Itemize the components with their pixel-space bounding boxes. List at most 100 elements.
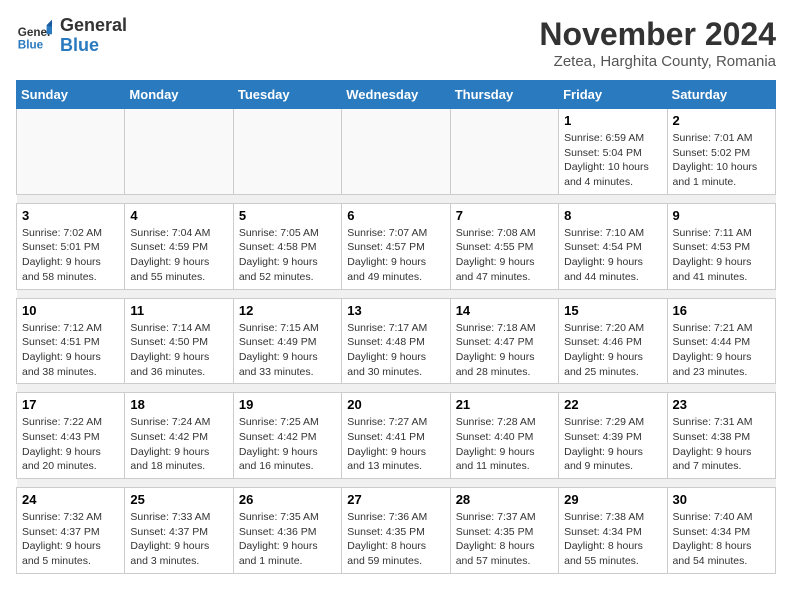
calendar-day-cell: 6 Sunrise: 7:07 AM Sunset: 4:57 PM Daylig… [342, 203, 450, 289]
day-number: 2 [673, 113, 770, 128]
calendar-header-tuesday: Tuesday [233, 81, 341, 109]
spacer-cell [17, 194, 776, 203]
calendar-day-cell: 15Sunrise: 7:20 AM Sunset: 4:46 PM Dayli… [559, 298, 667, 384]
day-number: 22 [564, 397, 661, 412]
day-info: Sunrise: 7:17 AM Sunset: 4:48 PM Dayligh… [347, 321, 444, 380]
calendar-header-saturday: Saturday [667, 81, 775, 109]
calendar-header-thursday: Thursday [450, 81, 558, 109]
logo: General Blue GeneralBlue [16, 16, 127, 56]
day-number: 19 [239, 397, 336, 412]
calendar-header-wednesday: Wednesday [342, 81, 450, 109]
day-number: 1 [564, 113, 661, 128]
day-number: 25 [130, 492, 227, 507]
day-number: 13 [347, 303, 444, 318]
spacer-cell [17, 479, 776, 488]
calendar-day-cell: 4 Sunrise: 7:04 AM Sunset: 4:59 PM Daylig… [125, 203, 233, 289]
day-info: Sunrise: 7:36 AM Sunset: 4:35 PM Dayligh… [347, 510, 444, 569]
calendar-day-cell: 27 Sunrise: 7:36 AM Sunset: 4:35 PM Dayli… [342, 488, 450, 574]
day-info: Sunrise: 7:14 AM Sunset: 4:50 PM Dayligh… [130, 321, 227, 380]
day-number: 16 [673, 303, 770, 318]
day-number: 27 [347, 492, 444, 507]
day-number: 26 [239, 492, 336, 507]
subtitle: Zetea, Harghita County, Romania [539, 53, 776, 70]
calendar-day-cell: 7Sunrise: 7:08 AM Sunset: 4:55 PM Daylig… [450, 203, 558, 289]
day-number: 28 [456, 492, 553, 507]
day-number: 30 [673, 492, 770, 507]
calendar-day-cell [450, 109, 558, 195]
day-number: 18 [130, 397, 227, 412]
calendar-day-cell: 12Sunrise: 7:15 AM Sunset: 4:49 PM Dayli… [233, 298, 341, 384]
calendar-header-monday: Monday [125, 81, 233, 109]
calendar: SundayMondayTuesdayWednesdayThursdayFrid… [16, 80, 776, 574]
calendar-day-cell: 26 Sunrise: 7:35 AM Sunset: 4:36 PM Dayli… [233, 488, 341, 574]
row-spacer [17, 479, 776, 488]
calendar-day-cell: 30 Sunrise: 7:40 AM Sunset: 4:34 PM Dayli… [667, 488, 775, 574]
calendar-day-cell: 18 Sunrise: 7:24 AM Sunset: 4:42 PM Dayli… [125, 393, 233, 479]
calendar-day-cell: 2 Sunrise: 7:01 AM Sunset: 5:02 PM Daylig… [667, 109, 775, 195]
day-number: 15 [564, 303, 661, 318]
day-number: 24 [22, 492, 119, 507]
calendar-week-row: 17 Sunrise: 7:22 AM Sunset: 4:43 PM Dayli… [17, 393, 776, 479]
day-info: Sunrise: 7:07 AM Sunset: 4:57 PM Dayligh… [347, 226, 444, 285]
calendar-header-row: SundayMondayTuesdayWednesdayThursdayFrid… [17, 81, 776, 109]
day-number: 3 [22, 208, 119, 223]
day-number: 9 [673, 208, 770, 223]
row-spacer [17, 289, 776, 298]
day-info: Sunrise: 7:27 AM Sunset: 4:41 PM Dayligh… [347, 415, 444, 474]
day-info: Sunrise: 7:24 AM Sunset: 4:42 PM Dayligh… [130, 415, 227, 474]
day-number: 12 [239, 303, 336, 318]
calendar-day-cell [125, 109, 233, 195]
day-info: Sunrise: 7:01 AM Sunset: 5:02 PM Dayligh… [673, 131, 770, 190]
day-info: Sunrise: 7:37 AM Sunset: 4:35 PM Dayligh… [456, 510, 553, 569]
day-info: Sunrise: 7:40 AM Sunset: 4:34 PM Dayligh… [673, 510, 770, 569]
calendar-day-cell [233, 109, 341, 195]
day-info: Sunrise: 7:04 AM Sunset: 4:59 PM Dayligh… [130, 226, 227, 285]
day-info: Sunrise: 7:32 AM Sunset: 4:37 PM Dayligh… [22, 510, 119, 569]
day-info: Sunrise: 7:02 AM Sunset: 5:01 PM Dayligh… [22, 226, 119, 285]
calendar-day-cell: 17 Sunrise: 7:22 AM Sunset: 4:43 PM Dayli… [17, 393, 125, 479]
calendar-day-cell: 14 Sunrise: 7:18 AM Sunset: 4:47 PM Dayli… [450, 298, 558, 384]
day-info: Sunrise: 7:35 AM Sunset: 4:36 PM Dayligh… [239, 510, 336, 569]
day-number: 6 [347, 208, 444, 223]
calendar-day-cell: 8 Sunrise: 7:10 AM Sunset: 4:54 PM Daylig… [559, 203, 667, 289]
calendar-day-cell [17, 109, 125, 195]
svg-text:Blue: Blue [18, 38, 44, 51]
day-number: 21 [456, 397, 553, 412]
calendar-week-row: 1 Sunrise: 6:59 AM Sunset: 5:04 PM Daylig… [17, 109, 776, 195]
calendar-day-cell: 22Sunrise: 7:29 AM Sunset: 4:39 PM Dayli… [559, 393, 667, 479]
day-number: 10 [22, 303, 119, 318]
calendar-day-cell: 16 Sunrise: 7:21 AM Sunset: 4:44 PM Dayli… [667, 298, 775, 384]
calendar-day-cell: 3 Sunrise: 7:02 AM Sunset: 5:01 PM Daylig… [17, 203, 125, 289]
day-info: Sunrise: 7:21 AM Sunset: 4:44 PM Dayligh… [673, 321, 770, 380]
calendar-day-cell: 25Sunrise: 7:33 AM Sunset: 4:37 PM Dayli… [125, 488, 233, 574]
day-number: 8 [564, 208, 661, 223]
day-info: Sunrise: 7:18 AM Sunset: 4:47 PM Dayligh… [456, 321, 553, 380]
day-info: Sunrise: 7:12 AM Sunset: 4:51 PM Dayligh… [22, 321, 119, 380]
calendar-day-cell: 20Sunrise: 7:27 AM Sunset: 4:41 PM Dayli… [342, 393, 450, 479]
logo-icon: General Blue [16, 18, 52, 54]
day-info: Sunrise: 7:31 AM Sunset: 4:38 PM Dayligh… [673, 415, 770, 474]
page-header: General Blue GeneralBlue November 2024 Z… [16, 16, 776, 70]
calendar-day-cell: 29Sunrise: 7:38 AM Sunset: 4:34 PM Dayli… [559, 488, 667, 574]
day-info: Sunrise: 6:59 AM Sunset: 5:04 PM Dayligh… [564, 131, 661, 190]
day-number: 4 [130, 208, 227, 223]
day-info: Sunrise: 7:10 AM Sunset: 4:54 PM Dayligh… [564, 226, 661, 285]
day-number: 5 [239, 208, 336, 223]
day-info: Sunrise: 7:22 AM Sunset: 4:43 PM Dayligh… [22, 415, 119, 474]
day-number: 17 [22, 397, 119, 412]
day-info: Sunrise: 7:38 AM Sunset: 4:34 PM Dayligh… [564, 510, 661, 569]
calendar-day-cell: 23 Sunrise: 7:31 AM Sunset: 4:38 PM Dayli… [667, 393, 775, 479]
title-block: November 2024 Zetea, Harghita County, Ro… [539, 16, 776, 70]
day-info: Sunrise: 7:25 AM Sunset: 4:42 PM Dayligh… [239, 415, 336, 474]
calendar-header-sunday: Sunday [17, 81, 125, 109]
calendar-day-cell: 19 Sunrise: 7:25 AM Sunset: 4:42 PM Dayli… [233, 393, 341, 479]
day-number: 23 [673, 397, 770, 412]
day-info: Sunrise: 7:11 AM Sunset: 4:53 PM Dayligh… [673, 226, 770, 285]
day-number: 14 [456, 303, 553, 318]
day-info: Sunrise: 7:05 AM Sunset: 4:58 PM Dayligh… [239, 226, 336, 285]
calendar-day-cell: 21Sunrise: 7:28 AM Sunset: 4:40 PM Dayli… [450, 393, 558, 479]
calendar-day-cell [342, 109, 450, 195]
calendar-week-row: 24 Sunrise: 7:32 AM Sunset: 4:37 PM Dayli… [17, 488, 776, 574]
row-spacer [17, 194, 776, 203]
calendar-header-friday: Friday [559, 81, 667, 109]
